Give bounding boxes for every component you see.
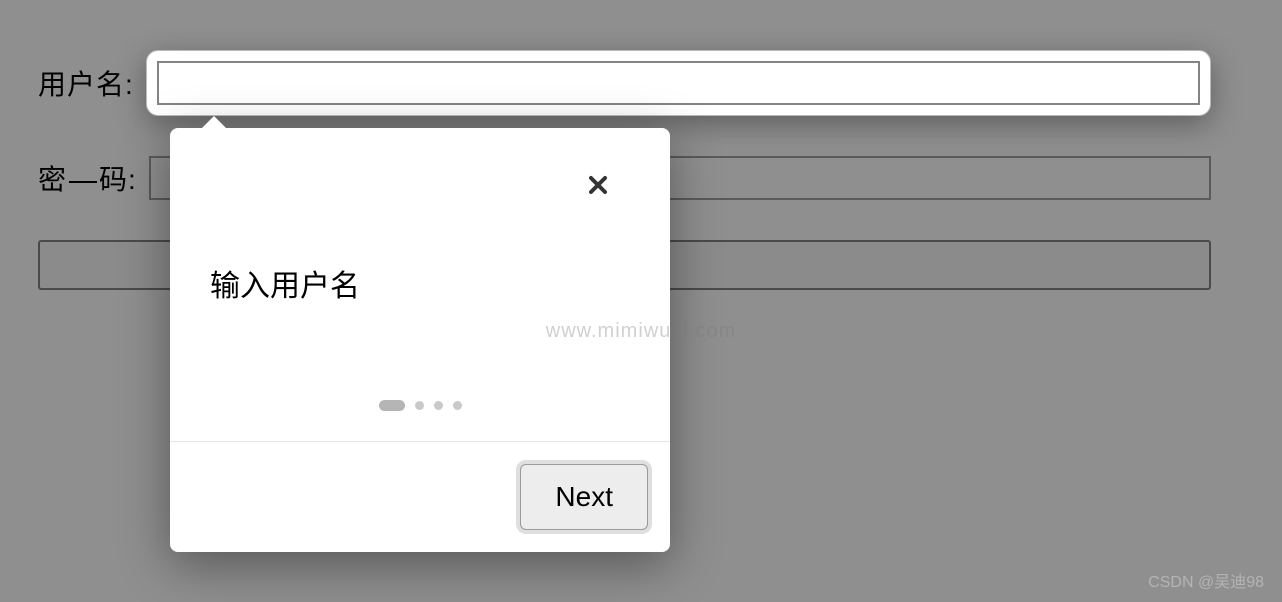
step-dot-3[interactable]: [434, 401, 443, 410]
tour-popup: 输入用户名 Next: [170, 128, 670, 552]
close-icon[interactable]: [586, 173, 610, 202]
step-dot-1[interactable]: [379, 400, 405, 411]
pagination-dots: [210, 400, 630, 411]
step-dot-4[interactable]: [453, 401, 462, 410]
username-label: 用户名:: [38, 63, 134, 103]
password-label-spacer: [69, 181, 97, 183]
tooltip-body: 输入用户名: [170, 128, 670, 441]
tooltip-footer: Next: [170, 441, 670, 552]
watermark-corner: CSDN @吴迪98: [1148, 568, 1264, 592]
username-input-highlight: [146, 50, 1211, 116]
next-button[interactable]: Next: [520, 464, 648, 530]
step-dot-2[interactable]: [415, 401, 424, 410]
username-input[interactable]: [157, 61, 1200, 105]
tooltip-message: 输入用户名: [210, 261, 630, 305]
username-row: 用户名:: [38, 50, 1211, 116]
password-label-suffix: 码:: [99, 164, 137, 195]
password-label-prefix: 密: [38, 164, 67, 195]
password-label: 密 码:: [38, 158, 137, 198]
